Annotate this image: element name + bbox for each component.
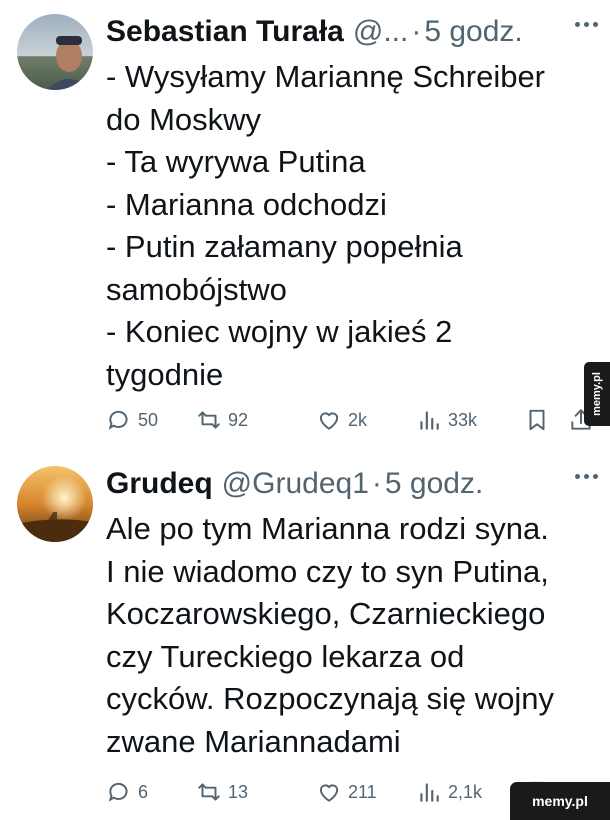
watermark-corner: memy.pl (510, 782, 610, 820)
tweet-text-line: - Putin załamany popełnia (106, 229, 463, 264)
tweet-text-line: I nie wiadomo czy to syn Putina, (106, 553, 549, 589)
views-count: 2,1k (448, 781, 483, 802)
bookmark-button[interactable] (524, 400, 550, 440)
tweet-text-line: - Marianna odchodzi (106, 186, 387, 222)
views-button[interactable]: 33k (416, 400, 477, 440)
tweet-text: Ale po tym Marianna rodzi syna. I nie wi… (106, 508, 596, 763)
author-name[interactable]: Grudeq (106, 467, 213, 501)
reply-count: 50 (138, 409, 159, 430)
author-name[interactable]: Sebastian Turała (106, 15, 344, 49)
bookmark-icon (529, 409, 545, 431)
reply-button[interactable]: 50 (106, 400, 158, 440)
tweet-text-line: zwane Mariannadami (106, 723, 401, 759)
tweet-text-line: czy Tureckiego lekarza od (106, 638, 465, 674)
reply-button[interactable]: 6 (106, 772, 148, 812)
tweet-actions: 50 92 2k 33k (106, 400, 610, 440)
separator-dot: · (371, 467, 382, 500)
reply-icon (108, 410, 128, 430)
like-count: 2k (348, 409, 368, 430)
author-handle[interactable]: @Grudeq1 (222, 467, 369, 501)
tweet-time[interactable]: 5 godz. (424, 15, 522, 49)
tweet-text-line: - Ta wyrywa Putina (106, 144, 366, 179)
heart-icon (319, 784, 339, 802)
watermark-side-text: memy.pl (591, 372, 603, 416)
reply-count: 6 (138, 781, 149, 802)
retweet-button[interactable]: 92 (196, 400, 248, 440)
retweet-count: 13 (228, 781, 249, 802)
views-icon (420, 783, 439, 802)
tweet-text-line: samobójstwo (106, 271, 287, 307)
more-options-icon[interactable] (575, 22, 598, 27)
tweet-text-line: - Koniec wojny w jakieś 2 (106, 314, 453, 349)
more-options-icon[interactable] (575, 474, 598, 479)
avatar[interactable] (17, 14, 93, 90)
tweet-text-line: do Moskwy (106, 101, 262, 137)
like-button[interactable]: 2k (316, 400, 367, 440)
views-count: 33k (448, 409, 478, 430)
tweet-header: Grudeq @Grudeq1 · 5 godz. (106, 464, 483, 504)
tweet: Sebastian Turała @... · 5 godz. - Wysyła… (0, 0, 610, 452)
author-handle[interactable]: @... (353, 15, 408, 49)
like-count: 211 (348, 781, 377, 802)
tweet-time[interactable]: 5 godz. (385, 467, 483, 501)
retweet-count: 92 (228, 409, 249, 430)
tweet-text-line: Koczarowskiego, Czarnieckiego (106, 596, 546, 631)
heart-icon (319, 412, 339, 430)
reply-icon (108, 782, 128, 802)
tweet-text-line: - Wysyłamy Mariannę Schreiber (106, 59, 546, 94)
tweet-header: Sebastian Turała @... · 5 godz. (106, 12, 523, 52)
tweet-text-line: tygodnie (106, 356, 224, 392)
watermark-side: memy.pl (584, 362, 610, 426)
like-button[interactable]: 211 (316, 772, 377, 812)
retweet-button[interactable]: 13 (196, 772, 248, 812)
views-icon (420, 411, 439, 430)
tweet: Grudeq @Grudeq1 · 5 godz. Ale po tym Mar… (0, 452, 610, 820)
avatar[interactable] (17, 466, 93, 542)
views-button[interactable]: 2,1k (416, 772, 482, 812)
tweet-text-line: Ale po tym Marianna rodzi syna. (106, 511, 549, 546)
retweet-icon (198, 411, 220, 429)
tweet-text: - Wysyłamy Mariannę Schreiber do Moskwy … (106, 56, 596, 396)
separator-dot: · (411, 15, 422, 48)
tweet-text-line: cycków. Rozpoczynają się wojny (106, 681, 554, 716)
retweet-icon (198, 783, 220, 801)
